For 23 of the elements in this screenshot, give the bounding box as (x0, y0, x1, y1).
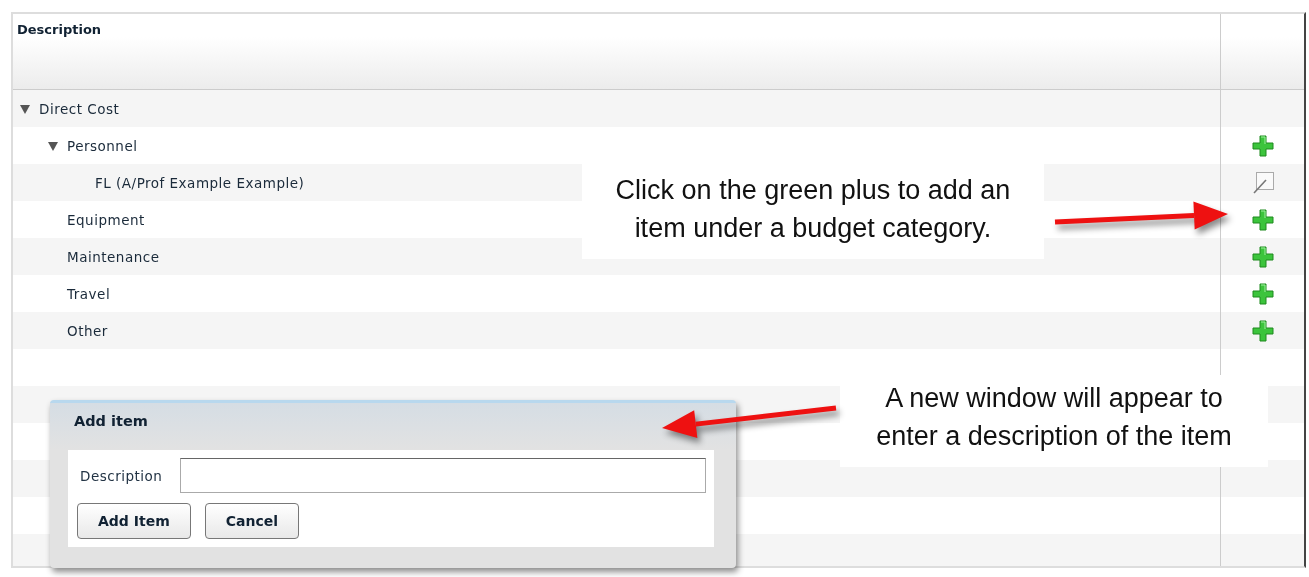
plus-icon[interactable] (1251, 319, 1274, 342)
tree-toggle-icon[interactable] (47, 139, 59, 152)
dialog-button[interactable]: Cancel (204, 503, 300, 539)
tree-item-label: Personnel (67, 137, 138, 154)
column-header: Description (17, 22, 102, 37)
plus-icon[interactable] (1251, 282, 1274, 305)
tree-item-label: FL (A/Prof Example Example) (95, 174, 305, 191)
tree-item-label: Travel (67, 285, 111, 302)
plus-icon[interactable] (1251, 208, 1274, 231)
tree-item-label: Other (67, 322, 108, 339)
description-field[interactable] (180, 458, 706, 493)
edit-icon[interactable] (1251, 171, 1274, 194)
dialog-button[interactable]: Add Item (77, 503, 191, 539)
plus-icon[interactable] (1251, 134, 1274, 157)
field-label: Description (79, 467, 163, 484)
plus-icon[interactable] (1251, 245, 1274, 268)
callout-text: Click on the green plus to add an item under a budget category. (582, 163, 1044, 259)
callout-text: A new window will appear to enter a description of the item (840, 375, 1268, 467)
tree-item-label: Equipment (67, 211, 145, 228)
dialog-title: Add item (50, 403, 736, 450)
tree-toggle-icon[interactable] (19, 102, 31, 115)
tree-item-label: Direct Cost (39, 100, 120, 117)
tree-item-label: Maintenance (67, 248, 160, 265)
